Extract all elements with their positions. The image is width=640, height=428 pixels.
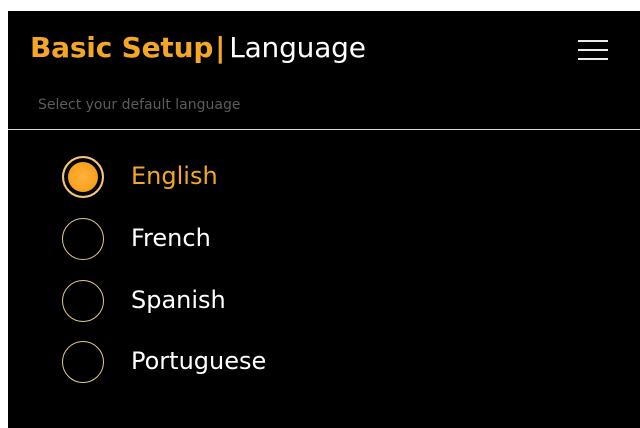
option-label: English (131, 162, 218, 190)
language-setup-screen: Basic Setup| Language Select your default… (8, 11, 640, 428)
option-label: Spanish (131, 286, 226, 314)
language-option-french[interactable]: French (62, 216, 462, 264)
language-option-spanish[interactable]: Spanish (62, 278, 462, 326)
title-separator: | (215, 31, 226, 64)
radio-button[interactable] (62, 280, 104, 322)
radio-button-selected[interactable] (62, 156, 104, 198)
language-option-portuguese[interactable]: Portuguese (62, 339, 462, 387)
header: Basic Setup| Language (8, 11, 640, 91)
language-option-english[interactable]: English (62, 154, 462, 202)
title-page: Language (229, 31, 366, 64)
option-label: French (131, 224, 211, 252)
radio-button[interactable] (62, 341, 104, 383)
radio-button[interactable] (62, 218, 104, 260)
menu-line (578, 49, 608, 51)
menu-line (578, 58, 608, 60)
option-label: Portuguese (131, 347, 267, 375)
instruction-text: Select your default language (38, 97, 241, 113)
divider (8, 129, 640, 130)
page-title: Basic Setup| Language (30, 31, 366, 65)
menu-line (578, 40, 608, 42)
hamburger-menu-icon[interactable] (578, 38, 608, 62)
title-section: Basic Setup (30, 31, 214, 64)
